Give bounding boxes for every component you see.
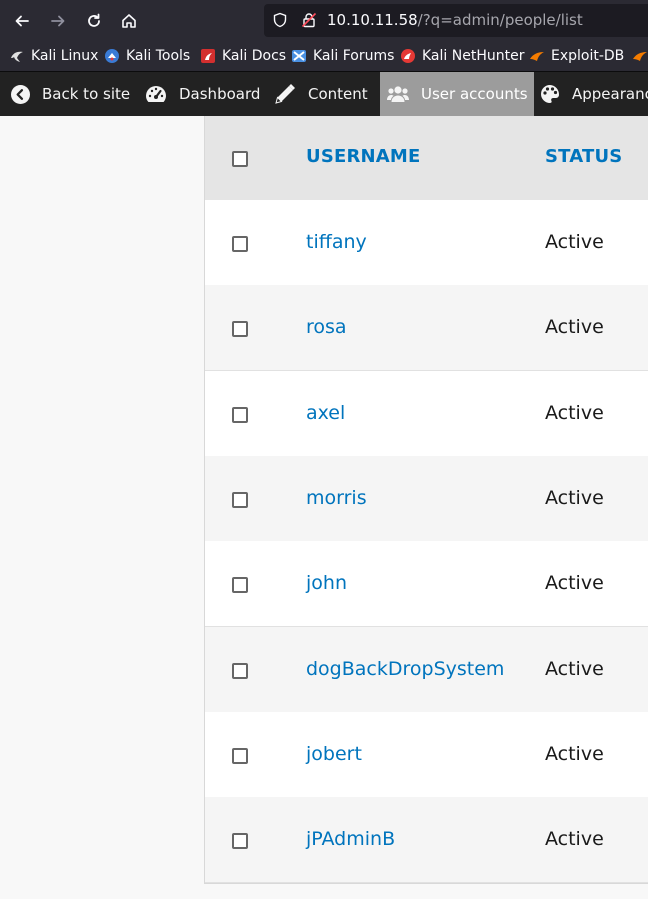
- table-header: USERNAME STATUS: [205, 116, 648, 201]
- bookmark-label: Kali Forums: [313, 48, 395, 64]
- kali-dragon-icon: [9, 48, 25, 64]
- kali-nethunter-icon: [400, 48, 416, 64]
- users-icon: [387, 85, 409, 103]
- username-link[interactable]: tiffany: [306, 231, 367, 253]
- url-host: 10.10.11.58: [327, 11, 418, 29]
- status-cell: Active: [545, 572, 604, 595]
- username-link[interactable]: dogBackDropSystem: [306, 658, 504, 680]
- row-select-checkbox[interactable]: [232, 321, 248, 338]
- row-select-checkbox[interactable]: [232, 406, 248, 423]
- admin-bar-dashboard[interactable]: Dashboard: [145, 72, 260, 116]
- users-table: USERNAME STATUS tiffany Active rosa Active a…: [204, 116, 648, 884]
- admin-bar-label: Content: [308, 85, 368, 103]
- pencil-icon: [274, 83, 296, 105]
- kali-tools-icon: [104, 48, 120, 64]
- row-select-checkbox[interactable]: [232, 833, 248, 850]
- table-row: axel Active: [205, 370, 648, 457]
- username-link[interactable]: john: [306, 572, 347, 594]
- back-arrow-icon[interactable]: [9, 8, 35, 34]
- url-bar[interactable]: 10.10.11.58/?q=admin/people/list: [264, 4, 648, 37]
- exploit-db-icon: [529, 48, 545, 64]
- table-row: jPAdminB Active: [205, 797, 648, 884]
- column-header-username[interactable]: USERNAME: [306, 146, 421, 167]
- bookmark-kali-forums[interactable]: Kali Forums: [291, 47, 394, 65]
- bookmark-kali-nethunter[interactable]: Kali NetHunter: [400, 47, 524, 65]
- username-link[interactable]: rosa: [306, 316, 347, 338]
- column-header-status[interactable]: STATUS: [545, 146, 622, 167]
- reload-icon[interactable]: [81, 8, 107, 34]
- admin-bar-label: Back to site: [42, 85, 131, 103]
- status-cell: Active: [545, 742, 604, 765]
- url-path: /?q=admin/people/list: [417, 11, 583, 29]
- username-link[interactable]: jobert: [306, 743, 362, 765]
- table-row: dogBackDropSystem Active: [205, 626, 648, 713]
- admin-bar-label: User accounts: [421, 85, 528, 103]
- bookmark-kali-docs[interactable]: Kali Docs: [200, 47, 286, 65]
- bookmark-exploit-db[interactable]: Exploit-DB: [529, 47, 624, 65]
- bookmark-label: Kali Tools: [126, 48, 191, 64]
- table-row: tiffany Active: [205, 200, 648, 286]
- bookmark-label: Kali Linux: [31, 48, 99, 64]
- browser-toolbar: 10.10.11.58/?q=admin/people/list: [0, 0, 648, 41]
- palette-icon: [540, 84, 560, 104]
- admin-bar: Back to site Dashboard Content User acco…: [0, 72, 648, 116]
- admin-bar-user-accounts[interactable]: User accounts: [380, 72, 534, 116]
- dashboard-gauge-icon: [145, 85, 167, 103]
- row-select-checkbox[interactable]: [232, 747, 248, 764]
- username-link[interactable]: morris: [306, 487, 367, 509]
- status-cell: Active: [545, 316, 604, 339]
- url-text[interactable]: 10.10.11.58/?q=admin/people/list: [327, 11, 583, 29]
- table-row: rosa Active: [205, 285, 648, 372]
- bookmarks-bar: Kali Linux Kali Tools Kali Docs Kali For…: [0, 41, 648, 72]
- row-select-checkbox[interactable]: [232, 662, 248, 679]
- bookmark-label: Kali NetHunter: [422, 48, 525, 64]
- bookmark-kali-tools[interactable]: Kali Tools: [104, 47, 190, 65]
- bookmark-label: Kali Docs: [222, 48, 287, 64]
- row-select-checkbox[interactable]: [232, 236, 248, 252]
- select-all-checkbox[interactable]: [232, 151, 248, 167]
- exploit-db-icon: [632, 48, 648, 64]
- table-row: morris Active: [205, 455, 648, 542]
- bookmark-label: Exploit-DB: [551, 48, 625, 64]
- admin-bar-label: Appearance: [572, 85, 648, 103]
- table-row: john Active: [205, 541, 648, 628]
- home-icon[interactable]: [116, 8, 142, 34]
- status-cell: Active: [545, 828, 604, 851]
- username-link[interactable]: axel: [306, 402, 345, 424]
- bookmark-kali-linux[interactable]: Kali Linux: [9, 47, 98, 65]
- status-cell: Active: [545, 401, 604, 424]
- forward-arrow-icon[interactable]: [45, 8, 71, 34]
- username-link[interactable]: jPAdminB: [306, 828, 395, 850]
- admin-bar-appearance[interactable]: Appearance: [540, 72, 648, 116]
- admin-bar-content[interactable]: Content: [274, 72, 368, 116]
- kali-docs-icon: [200, 48, 216, 64]
- admin-bar-label: Dashboard: [179, 85, 261, 103]
- shield-icon[interactable]: [272, 12, 288, 32]
- status-cell: Active: [545, 486, 604, 509]
- status-cell: Active: [545, 231, 604, 253]
- bookmark-overflow-icon[interactable]: [632, 47, 648, 65]
- kali-forums-icon: [291, 48, 307, 64]
- table-row: jobert Active: [205, 711, 648, 798]
- row-select-checkbox[interactable]: [232, 577, 248, 594]
- insecure-lock-icon[interactable]: [301, 12, 317, 32]
- admin-bar-back-to-site[interactable]: Back to site: [11, 72, 130, 116]
- status-cell: Active: [545, 657, 604, 680]
- back-arrow-icon: [11, 84, 30, 104]
- row-select-checkbox[interactable]: [232, 491, 248, 508]
